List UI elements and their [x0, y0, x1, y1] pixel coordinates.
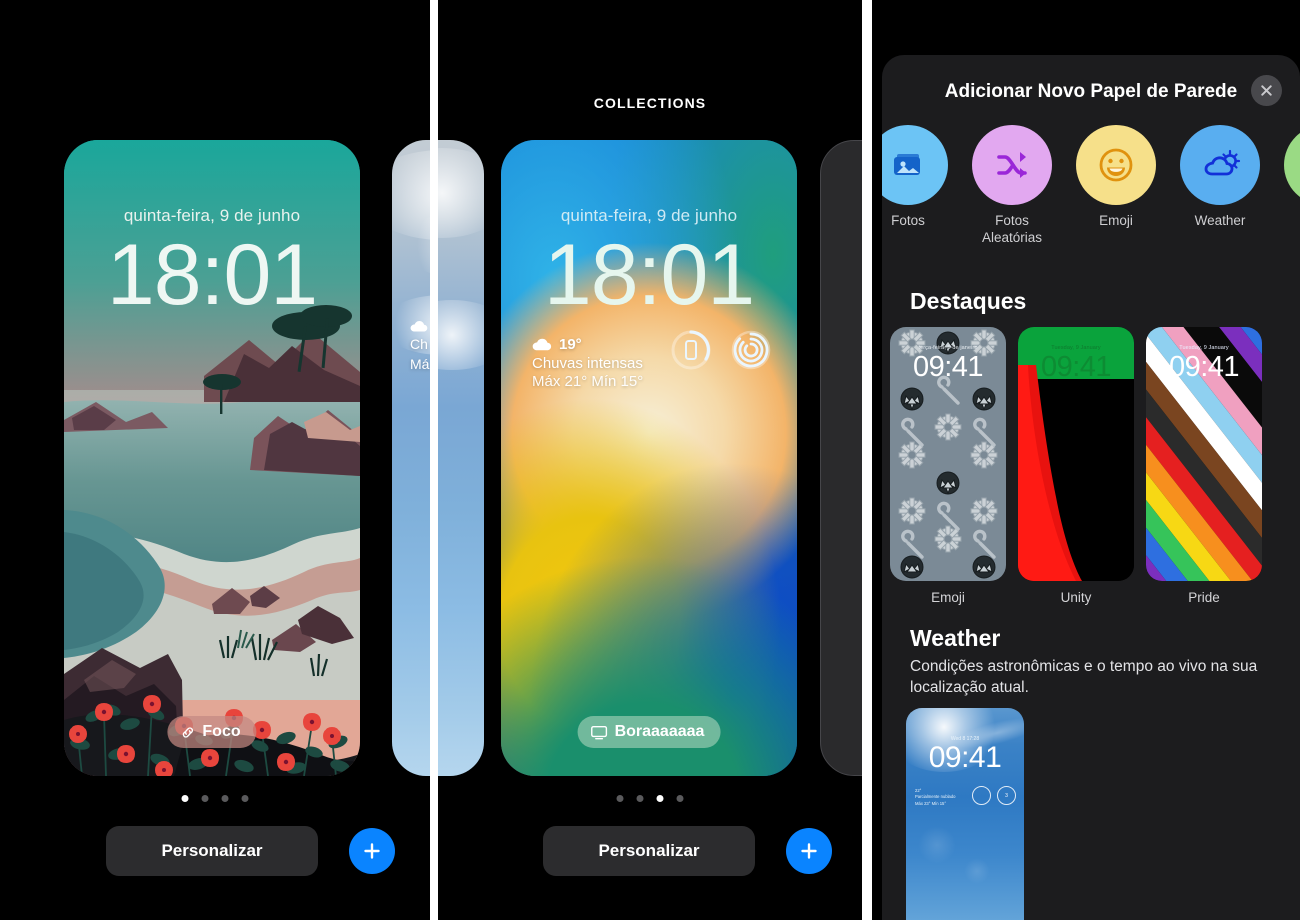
wallpaper-thumbnail[interactable]: terça-feira, 9 de janeiro 09:41 [890, 327, 1006, 581]
side-card-condition: Ch [410, 336, 428, 352]
side-card-highlow: Má [410, 356, 430, 373]
panel-divider-2 [862, 0, 872, 920]
screenshot-root: Ch Má quinta-feira, 9 de junho 18:01 Foc… [0, 0, 1300, 920]
plus-icon [364, 843, 380, 859]
weather-thumb-widgets: 3 [972, 786, 1016, 805]
category-weather[interactable]: Weather [1180, 125, 1260, 247]
page-dots-left[interactable] [181, 795, 249, 802]
weather-thumb-condition: Parcialmente nublado [915, 794, 956, 800]
category-row: Fotos Fotos Aleatórias Emoji Weather [882, 125, 1300, 247]
thumbnail-emoji[interactable]: terça-feira, 9 de janeiro 09:41 Emoji [890, 327, 1006, 605]
cloud-icon [532, 338, 552, 351]
collections-header: COLLECTIONS [593, 95, 707, 111]
section-title-destaques: Destaques [910, 288, 1027, 314]
add-wallpaper-sheet: Adicionar Novo Papel de Parede Fotos Fot… [882, 55, 1300, 920]
thumb-time: 09:41 [1040, 351, 1112, 383]
smiley-icon [1076, 125, 1156, 205]
focus-badge[interactable]: Foco [167, 716, 257, 748]
destaques-thumbnail-row: terça-feira, 9 de janeiro 09:41 Emoji Tu… [882, 327, 1262, 605]
fitness-rings-widget[interactable] [729, 328, 773, 372]
wallpaper-thumbnail[interactable]: Tuesday, 9 January 09:41 [1146, 327, 1262, 581]
category-label: Weather [1194, 213, 1246, 228]
weather-thumb-conditions: 22° Parcialmente nublado Máx 23° Mín 15° [915, 788, 956, 807]
page-dot[interactable] [241, 795, 249, 802]
page-dot[interactable] [636, 795, 644, 802]
weather-temp: 19° [559, 336, 582, 353]
weather-condition: Chuvas intensas [532, 355, 643, 372]
add-wallpaper-button-left[interactable] [349, 828, 395, 874]
category-fotos-aleatorias[interactable]: Fotos Aleatórias [972, 125, 1052, 247]
side-lockscreen-card-weather-left[interactable] [438, 140, 484, 776]
screen-monitor-icon [591, 725, 608, 740]
cloud-icon [410, 320, 429, 332]
lockscreen-time: 18:01 [106, 227, 318, 323]
wallpaper-thumbnail[interactable]: Tuesday, 9 January 09:41 [1018, 327, 1134, 581]
category-fotos[interactable]: Fotos [882, 125, 948, 247]
ring-widget-left [972, 786, 991, 805]
customize-button-middle[interactable]: Personalizar [543, 826, 755, 876]
lockscreen-preview-card[interactable]: quinta-feira, 9 de junho 18:01 Foco [64, 140, 360, 776]
thumb-time: 09:41 [912, 351, 984, 383]
panel-middle-collections: COLLECTIONS quinta-feira, 9 de junho 18:… [438, 0, 862, 920]
customize-button-left[interactable]: Personalizar [106, 826, 318, 876]
close-x-icon [1261, 85, 1272, 96]
thumbnail-unity[interactable]: Tuesday, 9 January 09:41 Unity [1018, 327, 1134, 605]
cloud-shape [438, 300, 484, 370]
panel-left-lockscreen-gallery: Ch Má quinta-feira, 9 de junho 18:01 Foc… [0, 0, 430, 920]
thumbnail-label: Unity [1060, 590, 1092, 605]
thumbnail-pride[interactable]: Tuesday, 9 January 09:41 Pride [1146, 327, 1262, 605]
weather-widget[interactable]: 19° Chuvas intensas Máx 21° Mín 15° [532, 336, 643, 390]
bokeh [918, 826, 956, 864]
sheet-title: Adicionar Novo Papel de Parede [944, 81, 1238, 102]
weather-wallpaper-thumbnail[interactable]: Wed 8 17:28 09:41 22° Parcialmente nubla… [906, 708, 1024, 920]
category-emoji[interactable]: Emoji [1076, 125, 1156, 247]
lockscreen-time: 18:01 [543, 227, 755, 323]
category-label: Emoji [1099, 213, 1133, 228]
boraaaaaaa-badge[interactable]: Boraaaaaaa [577, 716, 721, 748]
panel-right-add-wallpaper-sheet: Adicionar Novo Papel de Parede Fotos Fot… [872, 0, 1300, 920]
page-dot[interactable] [181, 795, 189, 802]
section-title-weather: Weather [910, 625, 1001, 651]
page-dot[interactable] [201, 795, 209, 802]
weather-high-low: Máx 21° Mín 15° [532, 373, 644, 390]
shuffle-icon [972, 125, 1052, 205]
category-label: Fotos Aleatórias [981, 213, 1043, 245]
weather-thumb-highlow: Máx 23° Mín 15° [915, 800, 947, 806]
cloud-sun-icon [1180, 125, 1260, 205]
category-label: Fotos [891, 213, 925, 228]
battery-phone-widget[interactable] [669, 328, 713, 372]
close-button[interactable] [1251, 75, 1282, 106]
phone-battery-ring-icon [671, 330, 711, 370]
color-palette-icon [1284, 125, 1300, 205]
category-color[interactable]: Color [1284, 125, 1300, 247]
weather-thumb-time: 09:41 [928, 741, 1002, 774]
lockscreen-preview-card-middle[interactable]: quinta-feira, 9 de junho 18:01 19° Chuva… [501, 140, 797, 776]
page-dot[interactable] [616, 795, 624, 802]
cloud-shape [438, 148, 484, 238]
ring-widget-right: 3 [997, 786, 1016, 805]
lockscreen-widgets [669, 328, 773, 372]
concentric-rings-icon [731, 330, 771, 370]
weather-section-description: Condições astronômicas e o tempo ao vivo… [910, 658, 1258, 696]
panel-divider-1 [430, 0, 438, 920]
side-lockscreen-card-dark[interactable] [820, 140, 862, 776]
add-wallpaper-button-middle[interactable] [786, 828, 832, 874]
page-dot[interactable] [676, 795, 684, 802]
side-lockscreen-card-weather[interactable]: Ch Má [392, 140, 430, 776]
page-dot[interactable] [656, 795, 664, 802]
focus-badge-label: Foco [202, 723, 241, 740]
plus-icon [801, 843, 817, 859]
page-dots-middle[interactable] [616, 795, 684, 802]
side-card-weather-text: Ch Má [410, 320, 429, 375]
thumbnail-label: Pride [1188, 590, 1220, 605]
thumb-time: 09:41 [1168, 351, 1240, 383]
bokeh [964, 858, 990, 884]
focus-link-icon [180, 725, 195, 740]
boraaaaaaa-badge-label: Boraaaaaaa [614, 723, 705, 740]
photos-stack-icon [882, 125, 948, 205]
thumbnail-label: Emoji [931, 590, 965, 605]
page-dot[interactable] [221, 795, 229, 802]
